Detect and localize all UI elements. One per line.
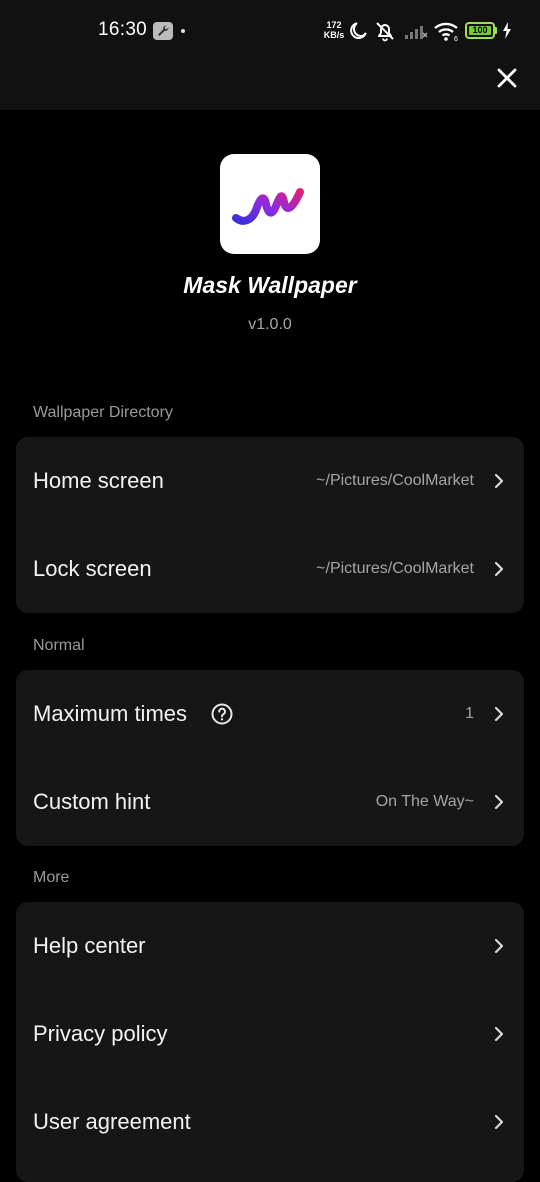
- chevron-right-icon: [494, 794, 504, 810]
- chevron-right-icon: [494, 1026, 504, 1042]
- svg-text:6: 6: [454, 36, 458, 42]
- status-time: 16:30: [98, 19, 148, 40]
- close-icon[interactable]: [492, 63, 522, 93]
- chevron-right-icon: [494, 561, 504, 577]
- network-speed: 172 KB/s: [322, 20, 346, 40]
- privacy-policy-row[interactable]: Privacy policy: [16, 990, 524, 1078]
- battery-tip: [495, 27, 497, 34]
- app-logo: [220, 154, 320, 254]
- maximum-times-value: 1: [465, 705, 474, 722]
- wifi-icon: 6: [434, 22, 458, 42]
- maximum-times-row[interactable]: Maximum times 1: [16, 670, 524, 758]
- app-version: v1.0.0: [248, 316, 292, 333]
- lock-screen-label: Lock screen: [33, 556, 152, 581]
- moon-icon: [350, 22, 367, 39]
- battery-level: 100: [469, 26, 491, 35]
- network-speed-unit: KB/s: [323, 30, 345, 40]
- lock-screen-value: ~/Pictures/CoolMarket: [316, 560, 474, 577]
- help-center-row[interactable]: Help center: [16, 902, 524, 990]
- section-label-normal: Normal: [33, 637, 85, 654]
- alarm-off-icon: [376, 22, 394, 42]
- signal-icon: [405, 26, 428, 39]
- wrench-icon: [153, 22, 173, 40]
- notification-dot-icon: [181, 29, 185, 33]
- privacy-policy-label: Privacy policy: [33, 1021, 168, 1046]
- custom-hint-label: Custom hint: [33, 789, 151, 814]
- maximum-times-label: Maximum times: [33, 701, 188, 726]
- top-bar: 16:30 172 KB/s 6 100: [0, 0, 540, 110]
- chevron-right-icon: [494, 473, 504, 489]
- battery-icon: 100: [465, 22, 495, 39]
- app-name: Mask Wallpaper: [183, 272, 357, 298]
- lock-screen-row[interactable]: Lock screen ~/Pictures/CoolMarket: [16, 525, 524, 613]
- normal-card: Maximum times 1 Custom hint On The Way~: [16, 670, 524, 846]
- user-agreement-label: User agreement: [33, 1109, 191, 1134]
- more-card: Help center Privacy policy User agreemen…: [16, 902, 524, 1182]
- section-label-wallpaper-directory: Wallpaper Directory: [33, 404, 173, 421]
- app-logo-icon: [232, 188, 304, 225]
- help-center-label: Help center: [33, 933, 146, 958]
- custom-hint-row[interactable]: Custom hint On The Way~: [16, 758, 524, 846]
- chevron-right-icon: [494, 1114, 504, 1130]
- wallpaper-directory-card: Home screen ~/Pictures/CoolMarket Lock s…: [16, 437, 524, 613]
- status-bar: 16:30 172 KB/s 6 100: [0, 0, 540, 62]
- home-screen-value: ~/Pictures/CoolMarket: [316, 472, 474, 489]
- section-label-more: More: [33, 869, 70, 886]
- user-agreement-row[interactable]: User agreement: [16, 1078, 524, 1166]
- custom-hint-value: On The Way~: [375, 793, 474, 810]
- home-screen-label: Home screen: [33, 468, 164, 493]
- home-screen-row[interactable]: Home screen ~/Pictures/CoolMarket: [16, 437, 524, 525]
- charging-icon: [503, 22, 511, 39]
- chevron-right-icon: [494, 938, 504, 954]
- help-circle-icon[interactable]: [211, 703, 233, 725]
- network-speed-value: 172: [326, 20, 342, 30]
- chevron-right-icon: [494, 706, 504, 722]
